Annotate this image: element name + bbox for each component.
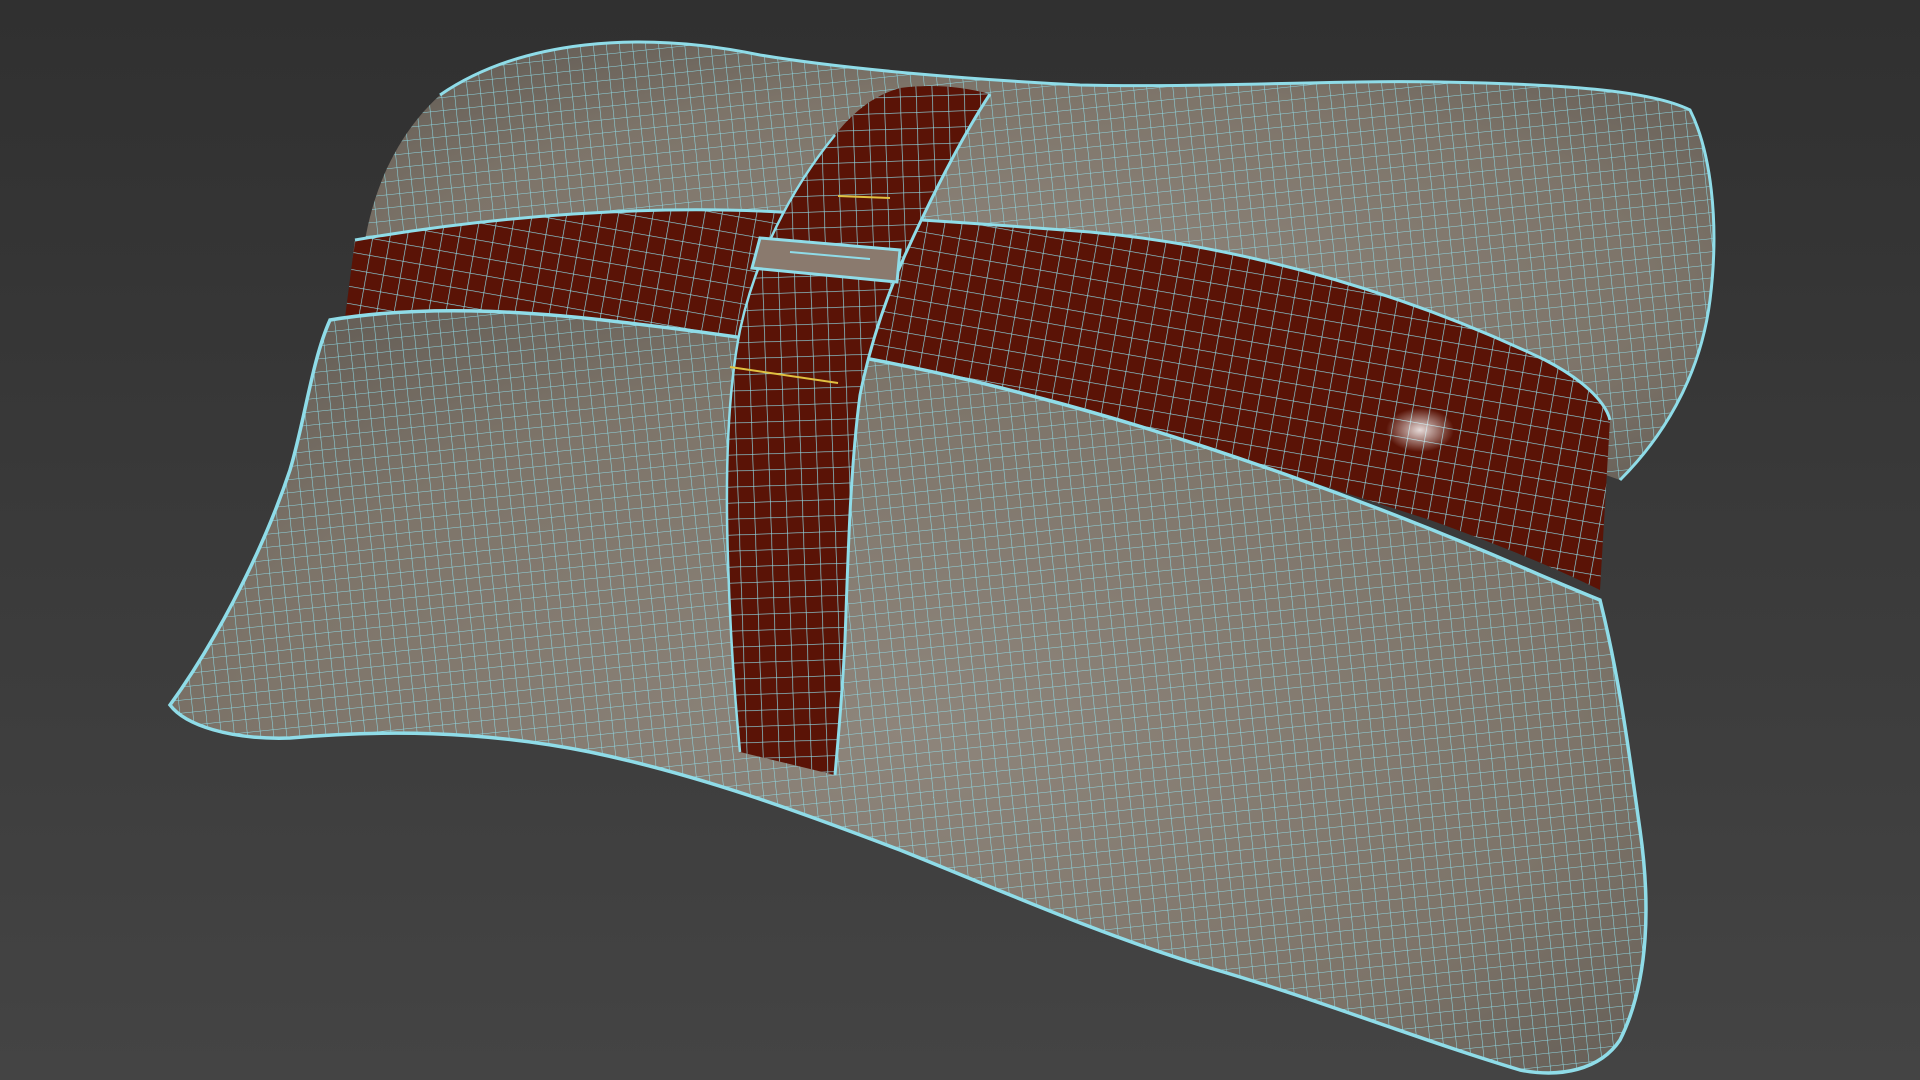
specular-highlight <box>1386 408 1454 452</box>
3d-viewport[interactable] <box>0 0 1920 1080</box>
viewport-canvas[interactable] <box>0 0 1920 1080</box>
